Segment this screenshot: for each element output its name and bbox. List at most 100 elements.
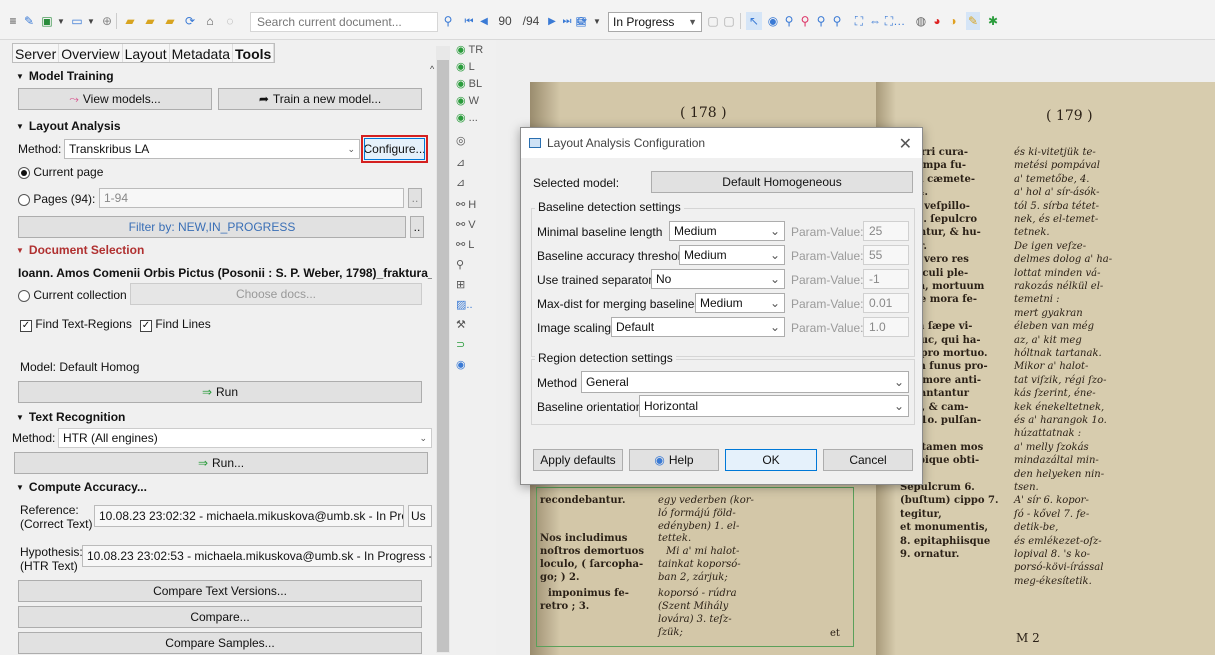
orientation-select[interactable]: Horizontal ⌄ <box>639 395 909 417</box>
reference-extra-field[interactable]: Us <box>408 505 432 527</box>
param-value-field[interactable]: -1 <box>863 269 909 289</box>
region-method-select[interactable]: General ⌄ <box>581 371 909 393</box>
param-row-select[interactable]: Medium ⌄ <box>669 221 785 241</box>
fit-width-icon[interactable]: ⇔ <box>868 12 882 30</box>
zoom-fit-icon[interactable]: ⚲ <box>830 12 844 30</box>
zoom-out-icon[interactable]: ⚲ <box>814 12 828 30</box>
text-region-outline[interactable] <box>536 487 854 647</box>
baseline-l-icon[interactable]: ⚯ L <box>456 238 474 251</box>
table-icon[interactable]: ⊞ <box>456 278 465 291</box>
save-icon[interactable]: ▤ <box>574 12 588 30</box>
folder-export-icon[interactable]: ▰ <box>162 12 178 30</box>
clear-icon[interactable]: ◌ <box>222 12 238 30</box>
param-row-select[interactable]: Default ⌄ <box>611 317 785 337</box>
zoom-in-icon[interactable]: ⚲ <box>782 12 796 30</box>
compare-button[interactable]: Compare... <box>18 606 422 628</box>
baseline-v-icon[interactable]: ⚯ V <box>456 218 476 231</box>
circle-icon[interactable]: ◎ <box>456 134 466 147</box>
tab-tools[interactable]: Tools <box>233 44 275 62</box>
baseline-h-icon[interactable]: ⚯ H <box>456 198 476 211</box>
toggle-more[interactable]: ◉ ... <box>456 111 478 124</box>
compare-versions-button[interactable]: Compare Text Versions... <box>18 580 422 602</box>
text-recognition-header[interactable]: ▼ Text Recognition <box>16 410 125 424</box>
shape-a-icon[interactable]: ⊿ <box>456 156 465 169</box>
chevron-down-icon[interactable]: ▼ <box>592 12 602 30</box>
tab-overview[interactable]: Overview <box>59 44 123 62</box>
collapse-panel-icon[interactable]: ^ <box>430 64 434 74</box>
apply-defaults-button[interactable]: Apply defaults <box>533 449 623 471</box>
pages-input[interactable]: 1-94 <box>99 188 404 208</box>
menu-icon[interactable]: ≡ <box>6 12 20 30</box>
copy-icon[interactable]: ▢ <box>706 12 720 30</box>
compute-accuracy-header[interactable]: ▼ Compute Accuracy... <box>16 480 147 494</box>
pen-icon[interactable]: ✎ <box>22 12 36 30</box>
fit-height-icon[interactable]: ⛶… <box>885 12 905 30</box>
doc-selection-header[interactable]: ▼ Document Selection <box>16 243 144 257</box>
ok-button[interactable]: OK <box>725 449 817 471</box>
help-button[interactable]: ◉ Help <box>629 449 719 471</box>
filter-more-button[interactable]: .. <box>410 216 424 238</box>
model-training-header[interactable]: ▼ Model Training <box>16 69 114 83</box>
la-method-select[interactable]: Transkribus LA ⌄ <box>64 139 360 159</box>
train-model-button[interactable]: ➦ Train a new model... <box>218 88 422 110</box>
status-select[interactable]: In Progress ▼ <box>608 12 702 32</box>
toggle-l[interactable]: ◉ L <box>456 60 475 73</box>
prev-page-icon[interactable]: ◀ <box>478 12 490 30</box>
tr-method-select[interactable]: HTR (All engines) ⌄ <box>58 428 432 448</box>
hypothesis-field[interactable]: 10.08.23 23:02:53 - michaela.mikuskova@u… <box>82 545 432 567</box>
select-icon[interactable]: ↖ <box>746 12 762 30</box>
fit-page-icon[interactable]: ⛶ <box>852 12 866 30</box>
param-row-select[interactable]: No ⌄ <box>651 269 785 289</box>
left-scrollbar[interactable] <box>436 46 450 653</box>
merge-icon[interactable]: ⊃ <box>456 338 465 351</box>
refresh-icon[interactable]: ⟳ <box>182 12 198 30</box>
compare-samples-button[interactable]: Compare Samples... <box>18 632 422 654</box>
scroll-thumb[interactable] <box>437 60 449 652</box>
view-models-button[interactable]: ⤳ View models... <box>18 88 212 110</box>
help-circle-icon[interactable]: ◉ <box>456 358 466 371</box>
tool-more-icon[interactable]: ▨.. <box>456 298 473 311</box>
find-regions-checkbox[interactable]: ✓ Find Text-Regions <box>20 317 132 332</box>
folder-icon[interactable]: ▰ <box>122 12 138 30</box>
choose-docs-button[interactable]: Choose docs... <box>130 283 422 305</box>
shape-b-icon[interactable]: ⊿ <box>456 176 465 189</box>
last-page-icon[interactable]: ⏭ <box>560 12 574 30</box>
param-value-field[interactable]: 1.0 <box>863 317 909 337</box>
first-page-icon[interactable]: ⏮ <box>462 12 476 30</box>
tab-layout[interactable]: Layout <box>123 44 170 62</box>
toggle-w[interactable]: ◉ W <box>456 94 479 107</box>
reference-field[interactable]: 10.08.23 23:02:32 - michaela.mikuskova@u… <box>94 505 404 527</box>
toggle-bl[interactable]: ◉ BL <box>456 77 482 90</box>
wrench-icon[interactable]: ⚒ <box>456 318 466 331</box>
chevron-down-icon[interactable]: ▼ <box>86 12 96 30</box>
tab-server[interactable]: Server <box>13 44 60 62</box>
param-row-select[interactable]: Medium ⌄ <box>679 245 785 265</box>
current-page-radio[interactable]: Current page <box>18 165 103 179</box>
chevron-down-icon[interactable]: ▼ <box>56 12 66 30</box>
filter-button[interactable]: Filter by: NEW,IN_PROGRESS <box>18 216 406 238</box>
configure-button[interactable]: Configure... <box>364 138 425 160</box>
next-page-icon[interactable]: ▶ <box>546 12 558 30</box>
info-icon[interactable]: ⊕ <box>100 12 114 30</box>
search-input[interactable]: Search current document... <box>250 12 438 32</box>
la-run-button[interactable]: ⇒ Run <box>18 381 422 403</box>
param-value-field[interactable]: 25 <box>863 221 909 241</box>
eye-icon[interactable]: ◉ <box>766 12 780 30</box>
cancel-button[interactable]: Cancel <box>823 449 913 471</box>
current-collection-radio[interactable]: Current collection <box>18 288 127 302</box>
pages-browse-button[interactable]: .. <box>408 188 422 208</box>
folder-upload-icon[interactable]: ▰ <box>142 12 158 30</box>
figure-icon[interactable]: ⚲ <box>456 258 464 271</box>
paste-icon[interactable]: ▢ <box>722 12 736 30</box>
tab-metadata[interactable]: Metadata <box>170 44 234 62</box>
server-icon[interactable]: ▣ <box>40 12 54 30</box>
close-icon[interactable]: ✕ <box>899 134 912 154</box>
search-icon[interactable]: ⚲ <box>440 12 456 30</box>
layout-analysis-header[interactable]: ▼ Layout Analysis <box>16 119 121 133</box>
param-row-select[interactable]: Medium ⌄ <box>695 293 785 313</box>
image-icon[interactable]: ◍ <box>914 12 928 30</box>
selected-model-button[interactable]: Default Homogeneous <box>651 171 913 193</box>
tr-run-button[interactable]: ⇒ Run... <box>14 452 428 474</box>
pages-radio[interactable]: Pages (94): <box>18 192 95 206</box>
zoom-region-icon[interactable]: ⚲ <box>798 12 812 30</box>
